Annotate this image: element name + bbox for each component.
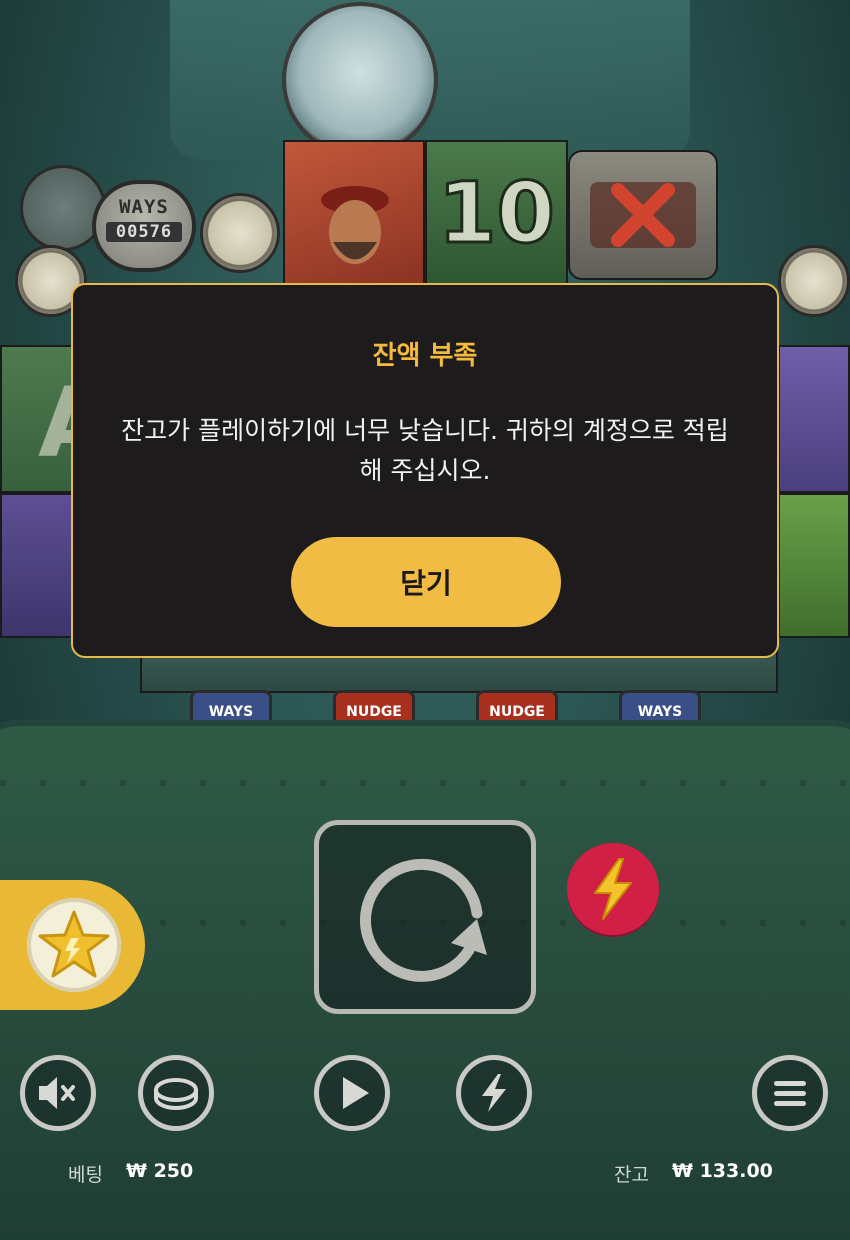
insufficient-funds-dialog: 잔액 부족 잔고가 플레이하기에 너무 낮습니다. 귀하의 계정으로 적립해 주… [71, 283, 779, 658]
close-button[interactable]: 닫기 [291, 537, 561, 627]
dialog-overlay: 잔액 부족 잔고가 플레이하기에 너무 낮습니다. 귀하의 계정으로 적립해 주… [0, 0, 850, 1196]
dialog-title: 잔액 부족 [372, 341, 478, 371]
dialog-message: 잔고가 플레이하기에 너무 낮습니다. 귀하의 계정으로 적립해 주십시오. [121, 416, 729, 485]
